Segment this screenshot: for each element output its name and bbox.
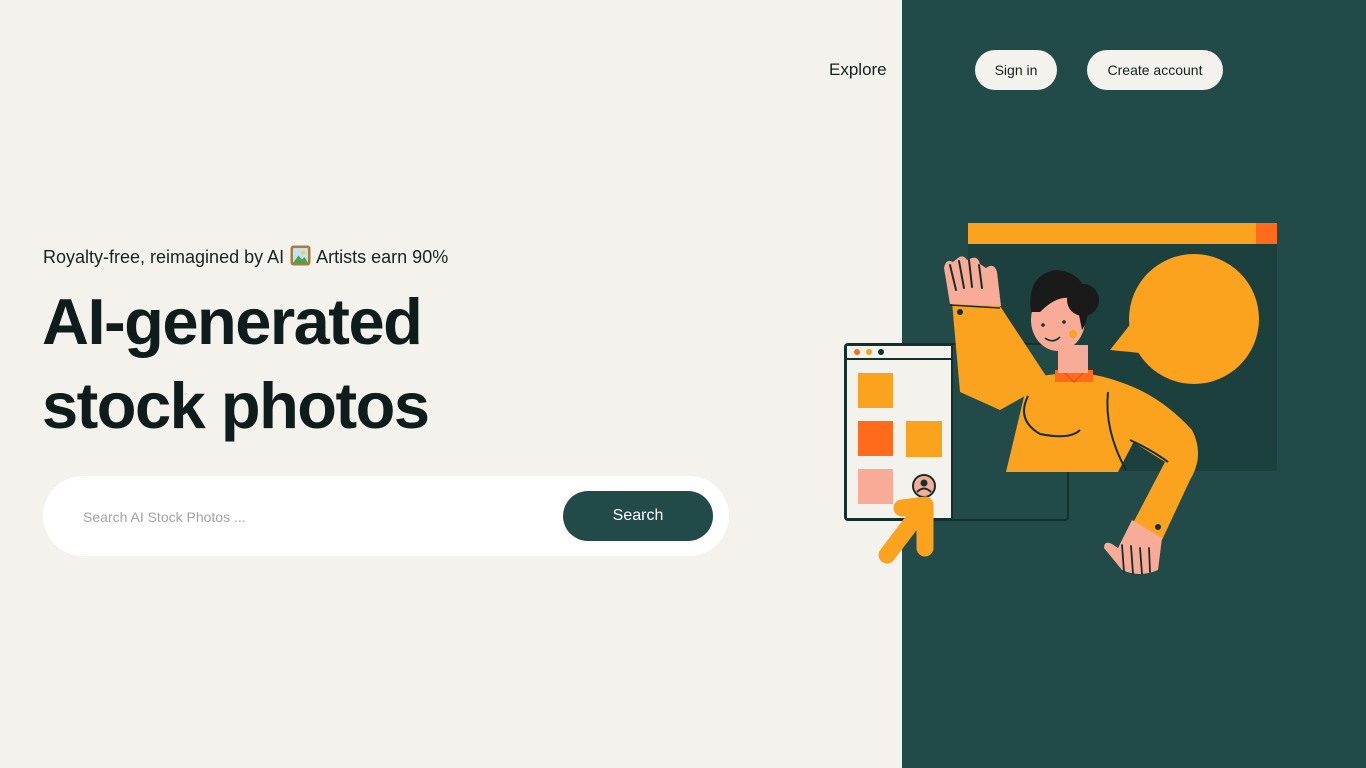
create-account-button[interactable]: Create account — [1087, 50, 1223, 90]
search-button[interactable]: Search — [563, 491, 713, 541]
sign-in-button[interactable]: Sign in — [975, 50, 1057, 90]
search-input[interactable] — [81, 496, 555, 538]
page-title: AI-generated stock photos — [42, 280, 430, 448]
framed-picture-icon — [290, 245, 311, 273]
headline-line-2: stock photos — [42, 369, 430, 442]
nav-explore-link[interactable]: Explore — [829, 58, 887, 82]
tagline-text-start: Royalty-free, reimagined by AI — [43, 247, 285, 267]
tagline-text-end: Artists earn 90% — [316, 247, 449, 267]
headline-line-1: AI-generated — [42, 285, 423, 358]
person-waving-illustration — [840, 215, 1285, 580]
hero-tagline: Royalty-free, reimagined by AI Artists e… — [43, 244, 448, 273]
search-bar: Search — [43, 476, 729, 556]
